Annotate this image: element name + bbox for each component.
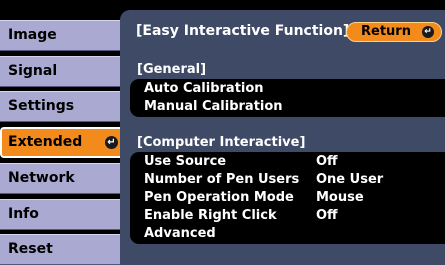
general-list: Auto Calibration Manual Calibration (130, 79, 445, 117)
section-general: [General] (137, 62, 207, 77)
enter-icon: ↵ (105, 136, 118, 149)
menu-item-extended[interactable]: Extended ↵ (0, 127, 128, 158)
item-label: Number of Pen Users (144, 172, 300, 187)
menu-item-network[interactable]: Network (0, 163, 126, 194)
menu-item-signal[interactable]: Signal (0, 56, 126, 87)
manual-calibration-item[interactable]: Manual Calibration (144, 98, 283, 116)
number-of-pen-users-item[interactable]: Number of Pen Users One User (144, 171, 383, 189)
pen-operation-mode-item[interactable]: Pen Operation Mode Mouse (144, 189, 364, 207)
panel-title: [Easy Interactive Function] (136, 23, 350, 39)
item-value: One User (316, 172, 384, 187)
item-label: Auto Calibration (144, 81, 264, 96)
item-label: Use Source (144, 154, 227, 169)
return-button[interactable]: Return ↵ (346, 22, 442, 42)
menu-item-label: Extended (8, 134, 83, 150)
section-computer-interactive: [Computer Interactive] (137, 135, 306, 150)
item-label: Advanced (144, 226, 216, 241)
advanced-item[interactable]: Advanced (144, 225, 216, 243)
item-value: Off (316, 154, 338, 169)
item-value: Off (316, 208, 338, 223)
menu-item-reset[interactable]: Reset (0, 234, 126, 265)
menu-item-image[interactable]: Image (0, 20, 126, 51)
item-label: Enable Right Click (144, 208, 277, 223)
computer-interactive-list: Use Source Off Number of Pen Users One U… (130, 152, 445, 244)
return-label: Return (361, 24, 411, 39)
settings-panel: [Easy Interactive Function] Return ↵ [Ge… (120, 10, 445, 265)
auto-calibration-item[interactable]: Auto Calibration (144, 80, 264, 98)
menu-item-label: Network (8, 170, 75, 186)
menu-item-settings[interactable]: Settings (0, 91, 126, 122)
enter-icon: ↵ (422, 26, 434, 38)
menu-item-label: Image (8, 27, 57, 43)
item-label: Pen Operation Mode (144, 190, 294, 205)
item-value: Mouse (316, 190, 364, 205)
menu-item-label: Signal (8, 63, 58, 79)
menu-item-label: Info (8, 206, 39, 222)
menu-item-info[interactable]: Info (0, 199, 126, 230)
menu-item-label: Reset (8, 241, 53, 257)
enable-right-click-item[interactable]: Enable Right Click Off (144, 207, 338, 225)
use-source-item[interactable]: Use Source Off (144, 153, 338, 171)
main-menu: Image Signal Settings Extended ↵ Network… (0, 0, 128, 265)
menu-item-label: Settings (8, 98, 75, 114)
item-label: Manual Calibration (144, 99, 283, 114)
